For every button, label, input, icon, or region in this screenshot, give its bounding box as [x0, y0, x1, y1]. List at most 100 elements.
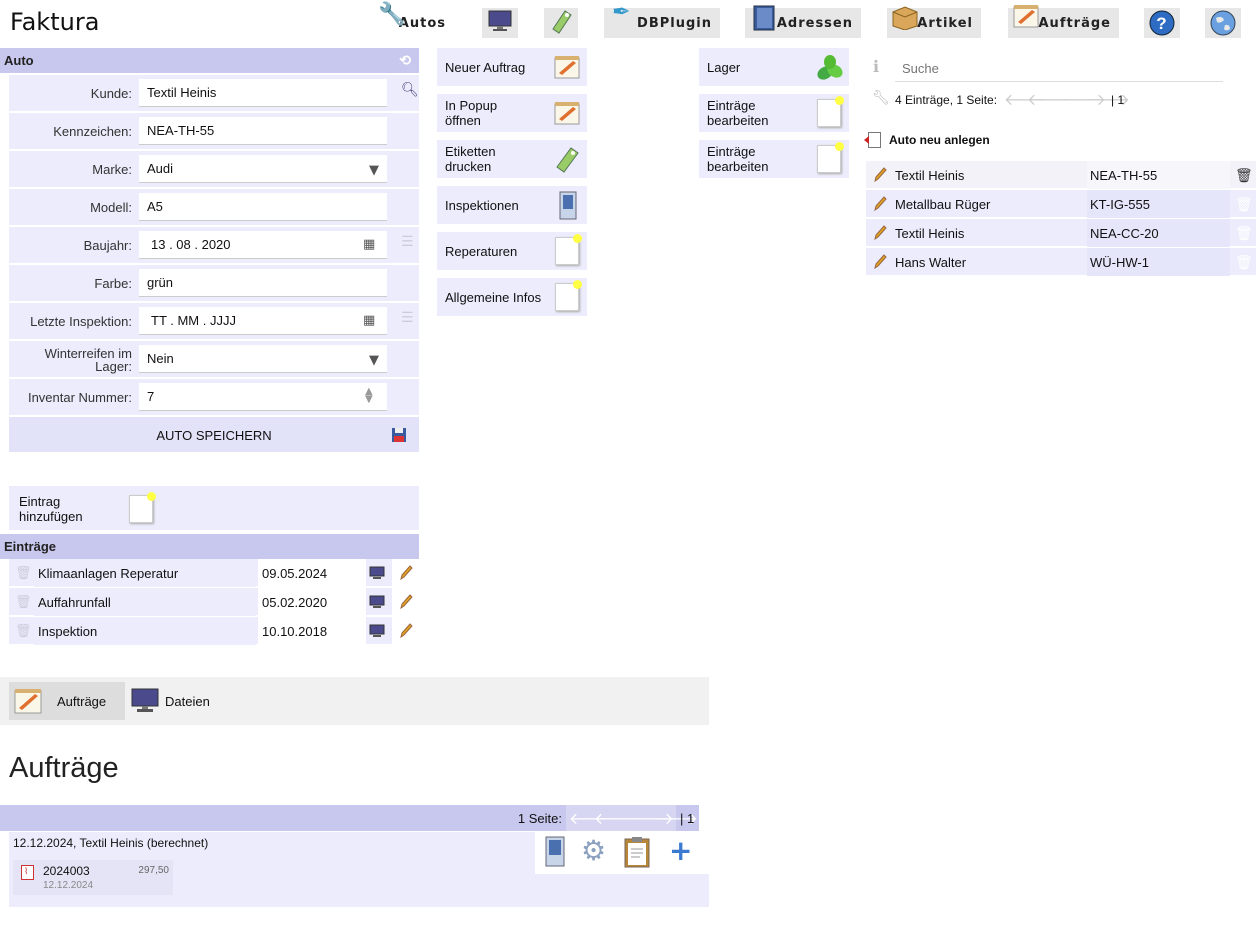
app-title: Faktura — [10, 8, 100, 36]
plus-icon[interactable]: + — [669, 834, 692, 868]
trash-icon[interactable]: 🗑︎ — [15, 617, 32, 645]
pencil-icon[interactable] — [873, 248, 887, 276]
calendar-icon[interactable]: ▦ — [363, 313, 375, 328]
tools-icon: 🔧 — [378, 2, 407, 27]
new-auto-link[interactable]: Auto neu anlegen — [864, 132, 990, 148]
note-icon — [817, 142, 844, 173]
list-row[interactable]: Metallbau Rüger KT-IG-555 🗑︎ — [866, 190, 1256, 218]
entries-title: Einträge — [4, 539, 57, 554]
nav-tag[interactable] — [544, 8, 578, 38]
edit-entries-label: Einträge bearbeiten — [707, 98, 769, 128]
list-pages: | 1 — [1111, 93, 1125, 107]
nav-globe[interactable] — [1205, 8, 1241, 38]
field-label: Inventar Nummer: — [27, 390, 132, 405]
kennzeichen-input[interactable]: NEA-TH-55 — [139, 117, 387, 145]
tab-dateien-label: Dateien — [165, 693, 210, 709]
nav-adressen[interactable]: Adressen — [745, 5, 861, 38]
field-inventar: Inventar Nummer: 7 ▲ ▼ — [9, 379, 419, 416]
save-auto-button[interactable]: AUTO SPEICHERN — [9, 417, 419, 453]
pencil-icon[interactable] — [392, 617, 419, 645]
inspektion-date-input[interactable]: TT . MM . JJJJ — [139, 307, 387, 335]
refresh-icon[interactable]: ⟲ — [399, 48, 411, 73]
order-document[interactable]: ⌇ 2024003 297,50 12.12.2024 — [13, 860, 173, 895]
entry-date: 05.02.2020 — [258, 588, 366, 616]
clipboard-icon[interactable] — [623, 836, 651, 871]
note-icon — [817, 96, 844, 127]
list-icon[interactable]: ☰ — [401, 234, 414, 250]
lager-button[interactable]: Lager — [699, 48, 849, 86]
entry-row: 🗑︎ Inspektion 10.10.2018 — [9, 617, 419, 645]
print-labels-button[interactable]: Etiketten drucken — [437, 140, 587, 178]
addressbook-icon — [751, 4, 777, 38]
list-row[interactable]: Textil Heinis NEA-CC-20 🗑︎ — [866, 219, 1256, 247]
nav-artikel[interactable]: Artikel — [887, 6, 981, 38]
nav-monitor[interactable] — [482, 8, 518, 38]
trash-icon[interactable]: 🗑︎ — [1235, 190, 1253, 218]
notepad-icon — [553, 99, 581, 127]
list-plate: WÜ-HW-1 — [1087, 248, 1230, 276]
trash-icon[interactable]: 🗑︎ — [1235, 161, 1253, 189]
tab-auftraege[interactable]: Aufträge — [9, 682, 125, 720]
auto-panel-header: Auto ⟲ — [0, 48, 419, 73]
search-icon[interactable]: 🔍︎ — [401, 82, 419, 98]
gear-icon[interactable]: ⚙ — [581, 835, 606, 867]
farbe-input[interactable]: grün — [139, 269, 387, 297]
edit-entries-button[interactable]: Einträge bearbeiten — [699, 94, 849, 132]
tab-dateien[interactable]: Dateien — [125, 682, 225, 720]
list-icon[interactable]: ☰ — [401, 310, 414, 326]
trash-icon[interactable]: 🗑︎ — [1235, 248, 1253, 276]
inspections-button[interactable]: Inspektionen — [437, 186, 587, 224]
pencil-icon[interactable] — [392, 588, 419, 616]
pencil-icon[interactable] — [873, 219, 887, 247]
trash-icon[interactable]: 🗑︎ — [15, 588, 32, 616]
search-input[interactable] — [895, 56, 1223, 82]
notepad-icon — [1012, 2, 1040, 36]
orders-pager-bar: 1 Seite: 🡐 🡐 🡒 🡒 | 1 — [0, 805, 699, 831]
note-icon — [555, 280, 582, 311]
nav-adressen-label: Adressen — [776, 15, 853, 31]
calendar-icon[interactable]: ▦ — [363, 237, 375, 252]
monitor-icon[interactable] — [369, 588, 385, 616]
nav-dbplugin-label: DBPlugin — [637, 15, 712, 31]
feather-icon: ✒ — [612, 0, 632, 25]
field-label: Baujahr: — [83, 238, 132, 253]
nav-autos[interactable]: 🔧 Autos — [372, 2, 454, 38]
general-info-button[interactable]: Allgemeine Infos — [437, 278, 587, 316]
entry-row: 🗑︎ Klimaanlagen Reperatur 09.05.2024 — [9, 559, 419, 587]
winterreifen-select[interactable]: Nein — [139, 345, 387, 373]
pencil-icon[interactable] — [392, 559, 419, 587]
marke-select[interactable]: Audi — [139, 155, 387, 183]
monitor-icon[interactable] — [369, 559, 385, 587]
trash-icon[interactable]: 🗑︎ — [15, 559, 32, 587]
general-info-label: Allgemeine Infos — [445, 289, 542, 305]
pencil-icon[interactable] — [873, 161, 887, 189]
inventar-number-input[interactable]: 7 — [139, 383, 387, 411]
chevron-down-icon[interactable]: ▼ — [369, 353, 379, 368]
kunde-input[interactable]: Textil Heinis — [139, 79, 387, 107]
edit-entries-label-2: Einträge bearbeiten — [707, 144, 769, 174]
trash-icon[interactable]: 🗑︎ — [1235, 219, 1253, 247]
info-icon: ℹ — [873, 59, 880, 76]
field-winterreifen: Winterreifen im Lager: Nein ▼ — [9, 341, 419, 378]
orders-pager-label: 1 Seite: — [517, 811, 562, 826]
nav-help[interactable]: ? — [1144, 8, 1180, 38]
chevron-down-icon[interactable]: ▼ — [369, 163, 379, 178]
monitor-icon — [488, 10, 512, 38]
list-row[interactable]: Textil Heinis NEA-TH-55 🗑︎ — [866, 161, 1256, 189]
stepper-icon[interactable]: ▲ ▼ — [365, 387, 373, 405]
entry-date: 09.05.2024 — [258, 559, 366, 587]
pencil-icon[interactable] — [873, 190, 887, 218]
nav-dbplugin[interactable]: ✒ DBPlugin — [604, 0, 720, 38]
repairs-button[interactable]: Reperaturen — [437, 232, 587, 270]
baujahr-date-input[interactable]: 13 . 08 . 2020 — [139, 231, 387, 259]
nav-auftraege[interactable]: Aufträge — [1008, 5, 1119, 38]
edit-entries-button-2[interactable]: Einträge bearbeiten — [699, 140, 849, 178]
new-order-button[interactable]: Neuer Auftrag — [437, 48, 587, 86]
inspections-label: Inspektionen — [445, 197, 519, 213]
binder-icon[interactable] — [541, 836, 567, 871]
open-popup-button[interactable]: In Popup öffnen — [437, 94, 587, 132]
list-row[interactable]: Hans Walter WÜ-HW-1 🗑︎ — [866, 248, 1256, 276]
modell-input[interactable]: A5 — [139, 193, 387, 221]
add-entry-button[interactable]: Eintrag hinzufügen — [11, 488, 161, 530]
monitor-icon[interactable] — [369, 617, 385, 645]
